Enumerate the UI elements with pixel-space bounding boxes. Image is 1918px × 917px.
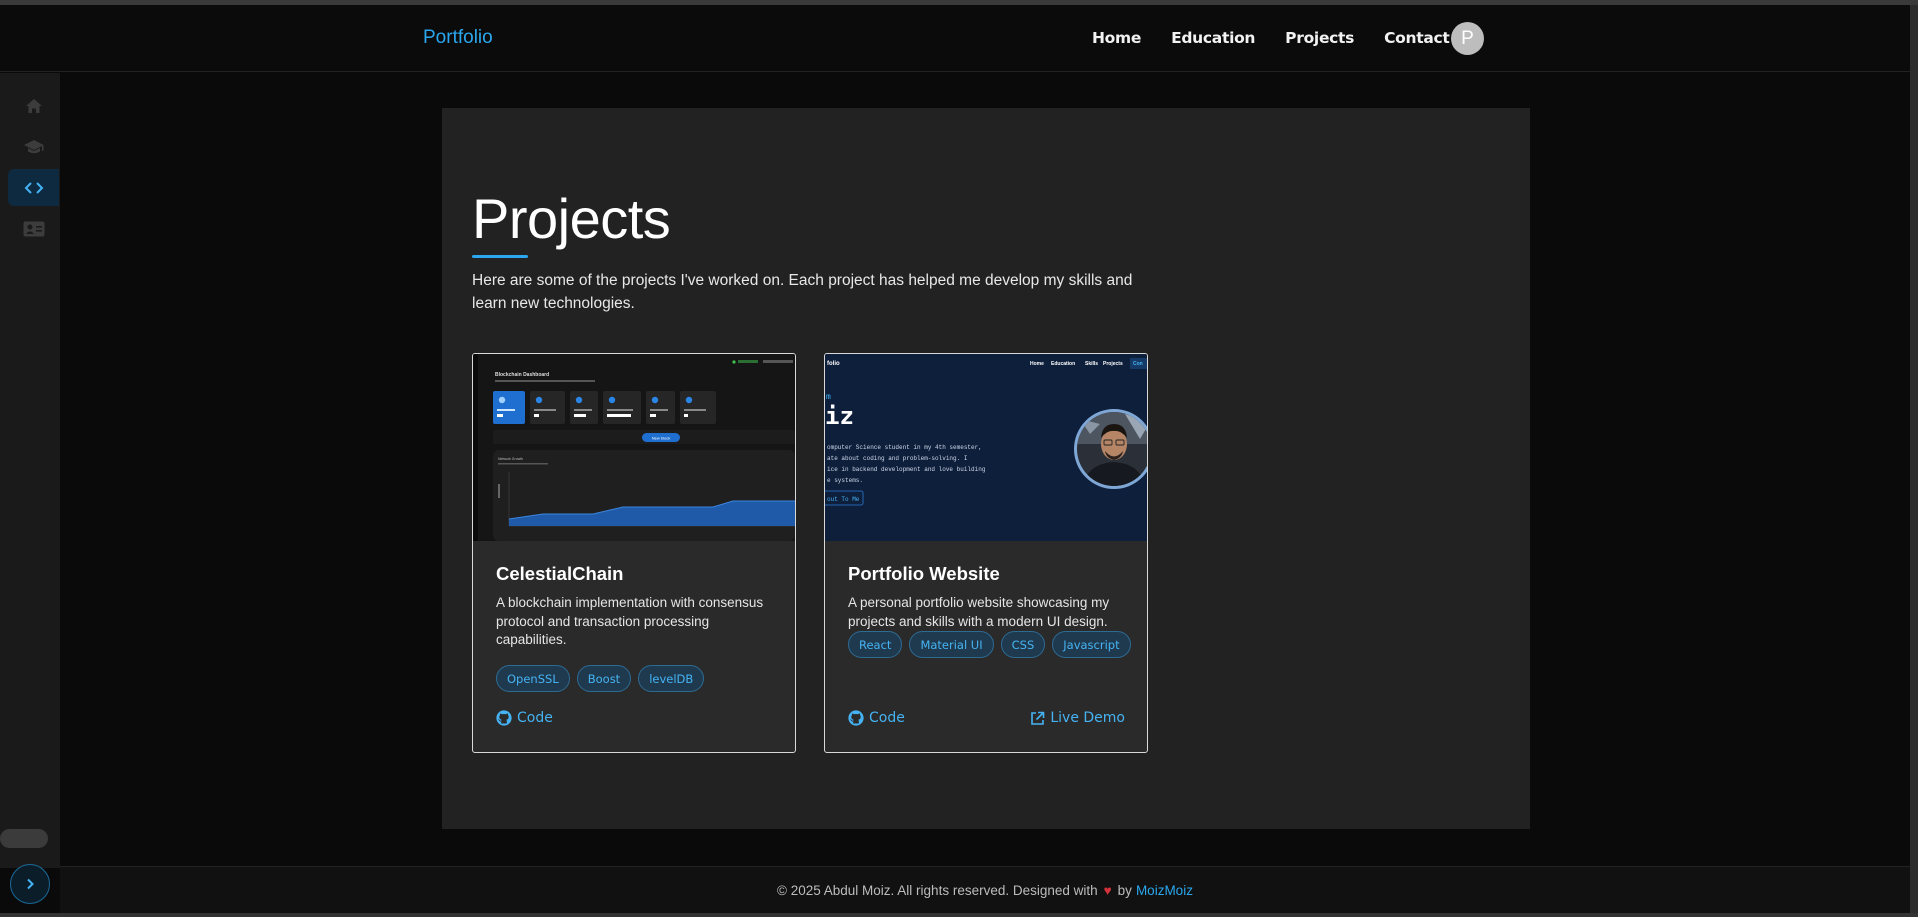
sidebar-item-home[interactable] — [8, 87, 59, 124]
code-link-label: Code — [869, 710, 905, 726]
footer-by: by — [1117, 882, 1132, 898]
nav-home[interactable]: Home — [1092, 29, 1141, 47]
sidebar — [0, 73, 60, 868]
project-description: A personal portfolio website showcasing … — [848, 595, 1110, 629]
tag-material-ui[interactable]: Material UI — [909, 631, 994, 658]
heart-icon: ♥ — [1103, 882, 1112, 898]
thumb-line-3: ice in backend development and love buil… — [827, 466, 986, 473]
page-title: Projects — [472, 187, 671, 250]
portfolio-screenshot: folio Home Education Skills Projects Con… — [825, 354, 1147, 541]
code-link-label: Code — [517, 710, 553, 726]
sidebar-scroll-thumb[interactable] — [0, 829, 48, 848]
live-demo-label: Live Demo — [1050, 710, 1125, 726]
project-title: CelestialChain — [496, 563, 624, 584]
top-navbar: Portfolio Home Education Projects Contac… — [0, 5, 1910, 72]
project-description: A blockchain implementation with consens… — [496, 595, 764, 647]
dashboard-screenshot: Blockchain Dashboard New block Network G… — [473, 354, 795, 541]
brand-logo[interactable]: Portfolio — [423, 27, 493, 49]
thumb-heading-fragment: iz — [825, 402, 854, 430]
sidebar-item-projects[interactable] — [8, 169, 59, 206]
sidebar-toggle-button[interactable] — [10, 864, 50, 904]
thumb-line-1: omputer Science student in my 4th semest… — [827, 444, 982, 451]
thumb-pre-fragment: m — [826, 393, 831, 402]
thumb-chart-label: Network Growth — [498, 457, 523, 461]
window-bottom-strip — [0, 913, 1918, 917]
github-icon — [496, 710, 512, 726]
tag-leveldb[interactable]: levelDB — [638, 665, 705, 692]
page-scrollbar[interactable] — [1910, 5, 1918, 913]
tag-list: React Material UI CSS Javascript — [848, 631, 1133, 658]
thumb-app-title: Blockchain Dashboard — [495, 372, 549, 378]
thumb-line-4: e systems. — [827, 477, 863, 484]
chevron-right-icon — [27, 878, 34, 890]
tag-react[interactable]: React — [848, 631, 903, 658]
project-card-celestialchain: Blockchain Dashboard New block Network G… — [472, 353, 796, 753]
footer-copyright: © 2025 Abdul Moiz. All rights reserved. … — [777, 882, 1098, 898]
title-underline — [472, 255, 528, 258]
nav-projects[interactable]: Projects — [1285, 29, 1354, 47]
project-title: Portfolio Website — [848, 563, 1000, 584]
contact-card-icon — [23, 221, 44, 236]
footer: © 2025 Abdul Moiz. All rights reserved. … — [60, 866, 1910, 913]
github-icon — [848, 710, 864, 726]
thumb-nav-contact: Con — [1133, 361, 1143, 367]
external-link-icon — [1031, 711, 1045, 725]
intro-text: Here are some of the projects I've worke… — [472, 272, 1133, 312]
tag-list: OpenSSL Boost levelDB — [496, 665, 781, 692]
nav-education[interactable]: Education — [1171, 29, 1255, 47]
sidebar-item-education[interactable] — [8, 128, 59, 165]
graduation-cap-icon — [23, 139, 43, 153]
nav-contact[interactable]: Contact — [1384, 29, 1450, 47]
tag-javascript[interactable]: Javascript — [1052, 631, 1131, 658]
thumb-line-2: ate about coding and problem-solving. I — [827, 455, 967, 462]
project-thumbnail: folio Home Education Skills Projects Con… — [825, 354, 1147, 541]
svg-text:folio: folio — [827, 361, 840, 367]
tag-openssl[interactable]: OpenSSL — [496, 665, 570, 692]
thumb-nav-education: Education — [1051, 361, 1075, 367]
live-demo-link[interactable]: Live Demo — [1030, 710, 1125, 726]
code-link[interactable]: Code — [848, 710, 905, 726]
thumb-nav-home: Home — [1030, 361, 1044, 367]
footer-author-link[interactable]: MoizMoiz — [1136, 883, 1193, 898]
tag-css[interactable]: CSS — [1000, 631, 1046, 658]
home-icon — [25, 98, 42, 113]
thumb-reach-button: out To Me — [827, 496, 860, 503]
thumb-nav-projects: Projects — [1103, 361, 1123, 367]
thumb-new-block-button: New block — [652, 436, 670, 441]
tag-boost[interactable]: Boost — [576, 665, 632, 692]
sidebar-item-contact[interactable] — [8, 210, 59, 247]
project-thumbnail: Blockchain Dashboard New block Network G… — [473, 354, 795, 541]
thumb-nav-skills: Skills — [1085, 361, 1098, 367]
main-nav: Home Education Projects Contact — [1092, 29, 1450, 47]
project-card-portfolio: folio Home Education Skills Projects Con… — [824, 353, 1148, 753]
projects-section: Projects Here are some of the projects I… — [442, 108, 1530, 829]
avatar[interactable]: P — [1451, 22, 1484, 55]
code-icon — [24, 181, 43, 194]
code-link[interactable]: Code — [496, 710, 553, 726]
